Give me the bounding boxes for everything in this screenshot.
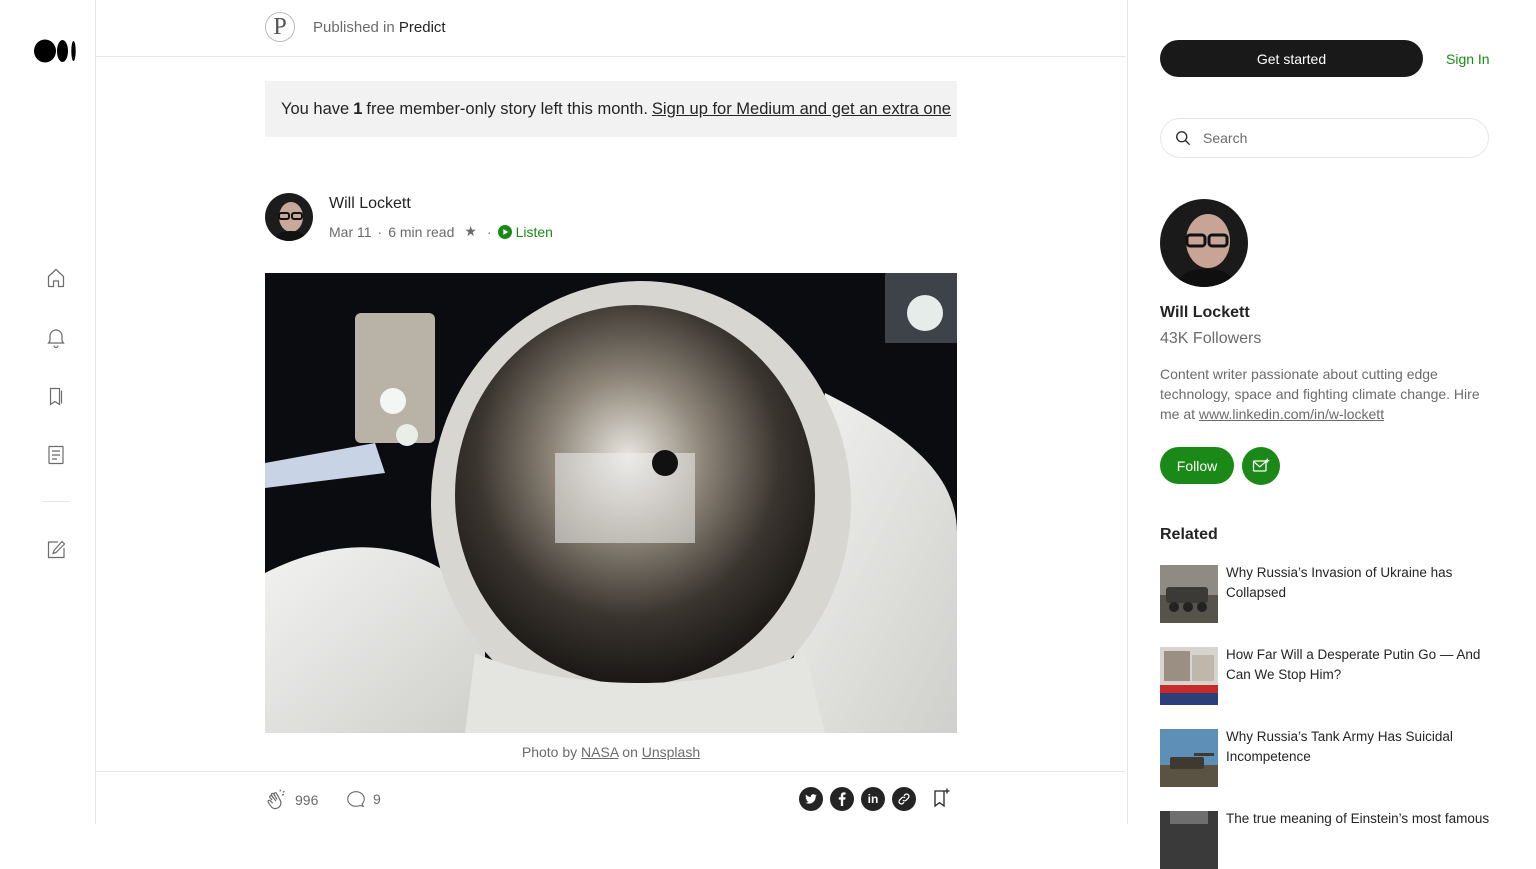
medium-logo[interactable] bbox=[34, 38, 78, 64]
caption-prefix: Photo by bbox=[521, 744, 578, 760]
profile-bio-link[interactable]: www.linkedin.com/in/w-lockett bbox=[1199, 406, 1384, 422]
profile-bio: Content writer passionate about cutting … bbox=[1160, 364, 1490, 424]
twitter-share-icon[interactable] bbox=[799, 787, 823, 811]
hero-image bbox=[265, 273, 957, 733]
photographer-link[interactable]: NASA bbox=[581, 744, 618, 760]
banner-count: 1 bbox=[353, 99, 363, 118]
meta-dot: · bbox=[486, 223, 492, 240]
related-title: The true meaning of Einstein’s most famo… bbox=[1226, 811, 1490, 826]
related-heading: Related bbox=[1160, 526, 1218, 543]
home-icon[interactable] bbox=[44, 266, 68, 290]
related-thumbnail bbox=[1160, 729, 1218, 787]
article-action-bar: 996 9 in bbox=[96, 771, 1126, 825]
sidebar-divider bbox=[43, 501, 69, 502]
bookmarks-icon[interactable] bbox=[44, 384, 68, 408]
signup-link[interactable]: Sign up for Medium and get an extra one bbox=[652, 100, 951, 119]
response-count: 9 bbox=[373, 791, 381, 807]
clap-icon bbox=[267, 789, 285, 810]
copy-link-icon[interactable] bbox=[892, 787, 916, 811]
article-column: P Published in Predict You have 1 free m… bbox=[96, 0, 1126, 825]
related-thumbnail bbox=[1160, 565, 1218, 623]
search-icon bbox=[1176, 131, 1191, 146]
facebook-share-icon[interactable] bbox=[830, 787, 854, 811]
publication-logo[interactable]: P bbox=[265, 12, 295, 42]
clap-button[interactable]: 996 bbox=[265, 788, 318, 812]
related-thumbnail bbox=[1160, 647, 1218, 705]
get-started-button[interactable]: Get started bbox=[1160, 40, 1423, 77]
save-bookmark-icon[interactable] bbox=[929, 786, 953, 810]
member-star-icon: ★ bbox=[464, 223, 477, 239]
banner-text-after: free member-only story left this month. bbox=[366, 99, 648, 118]
related-item[interactable]: Why Russia’s Invasion of Ukraine has Col… bbox=[1160, 565, 1490, 623]
right-sidebar: Get started Sign In Will Lockett 43K Fol… bbox=[1127, 0, 1536, 869]
caption-middle: on bbox=[622, 744, 638, 760]
author-avatar[interactable] bbox=[265, 193, 313, 241]
read-time: 6 min read bbox=[388, 223, 455, 240]
image-caption: Photo by NASA on Unsplash bbox=[265, 744, 957, 760]
email-subscribe-icon bbox=[1252, 458, 1270, 472]
write-icon[interactable] bbox=[44, 538, 68, 562]
stories-icon[interactable] bbox=[44, 443, 68, 467]
profile-avatar[interactable] bbox=[1160, 199, 1248, 287]
related-title: Why Russia’s Tank Army Has Suicidal Inco… bbox=[1226, 729, 1453, 764]
meta-dot: · bbox=[377, 223, 383, 240]
profile-name[interactable]: Will Lockett bbox=[1160, 304, 1250, 322]
unsplash-link[interactable]: Unsplash bbox=[642, 744, 700, 760]
published-in-prefix: Published in bbox=[313, 19, 395, 36]
linkedin-share-icon[interactable]: in bbox=[861, 787, 885, 811]
related-item[interactable]: How Far Will a Desperate Putin Go — And … bbox=[1160, 647, 1490, 705]
article-meta: Mar 11 · 6 min read ★ · Listen bbox=[329, 223, 553, 240]
listen-button[interactable]: Listen bbox=[497, 223, 553, 240]
play-icon bbox=[497, 224, 512, 239]
author-name[interactable]: Will Lockett bbox=[329, 195, 411, 213]
member-story-banner: You have 1 free member-only story left t… bbox=[265, 81, 957, 137]
left-sidebar bbox=[0, 0, 96, 824]
notifications-icon[interactable] bbox=[44, 325, 68, 349]
responses-button[interactable]: 9 bbox=[345, 788, 381, 810]
sign-in-link[interactable]: Sign In bbox=[1446, 51, 1490, 67]
publication-name[interactable]: Predict bbox=[399, 19, 446, 36]
clap-count: 996 bbox=[295, 792, 319, 808]
search-input[interactable] bbox=[1201, 129, 1475, 147]
subscribe-button[interactable] bbox=[1242, 447, 1280, 485]
related-title: How Far Will a Desperate Putin Go — And … bbox=[1226, 647, 1481, 682]
related-thumbnail bbox=[1160, 811, 1218, 869]
publication-bar: P Published in Predict bbox=[96, 0, 1126, 57]
related-title: Why Russia’s Invasion of Ukraine has Col… bbox=[1226, 565, 1453, 600]
listen-label: Listen bbox=[515, 223, 553, 240]
comment-icon bbox=[347, 791, 365, 808]
related-item[interactable]: The true meaning of Einstein’s most famo… bbox=[1160, 811, 1490, 869]
banner-text-before: You have bbox=[281, 99, 350, 118]
published-in-label: Published in Predict bbox=[313, 19, 446, 36]
follow-button[interactable]: Follow bbox=[1160, 447, 1234, 484]
publish-date: Mar 11 bbox=[329, 223, 372, 240]
profile-followers[interactable]: 43K Followers bbox=[1160, 330, 1261, 348]
related-item[interactable]: Why Russia’s Tank Army Has Suicidal Inco… bbox=[1160, 729, 1490, 787]
search-bar[interactable] bbox=[1160, 118, 1489, 158]
